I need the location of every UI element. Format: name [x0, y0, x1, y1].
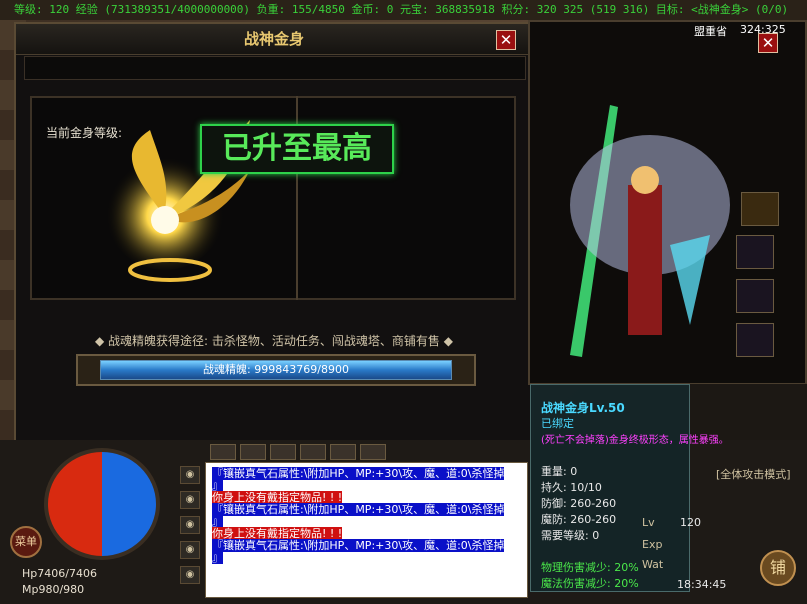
character-close-button[interactable]: ✕	[758, 33, 778, 53]
chat-message: 『镶嵌真气石属性:\附加HP、MP:+30\攻、魔、道:0\杀怪掉	[212, 539, 505, 552]
item-tooltip: 战神金身Lv.50 已绑定 (死亡不会掉落)金身终极形态，属性暴强。 重量: 0…	[530, 384, 729, 592]
chat-message: 『镶嵌真气石属性:\附加HP、MP:+30\攻、魔、道:0\杀怪掉	[212, 467, 505, 480]
attack-mode[interactable]: [全体攻击模式]	[716, 466, 791, 482]
progress-text: 战魂精魄: 999843769/8900	[203, 363, 349, 376]
tooltip-stat: 魔防: 260-260	[541, 513, 617, 526]
tooltip-item-name: 战神金身Lv.50	[541, 401, 625, 415]
mp-readout: Mp980/980	[22, 583, 85, 596]
game-clock: 18:34:45	[677, 578, 727, 591]
tooltip-reduction: 物理伤害减少: 20%	[541, 561, 639, 574]
hp-readout: Hp7406/7406	[22, 567, 97, 580]
side-button[interactable]: ◉	[180, 516, 200, 534]
tooltip-bound: 已绑定	[541, 417, 574, 430]
character-figure-image	[570, 105, 730, 357]
map-name: 盟重省	[694, 25, 727, 38]
chat-tab[interactable]	[360, 444, 386, 460]
side-button[interactable]: ◉	[180, 566, 200, 584]
equipment-slot[interactable]	[736, 323, 774, 357]
status-bar: 等级: 120 经验 (731389351/4000000000) 负重: 15…	[0, 0, 807, 20]
side-button[interactable]: ◉	[180, 541, 200, 559]
chat-tab[interactable]	[210, 444, 236, 460]
shop-button[interactable]: 铺	[760, 550, 796, 586]
hp-mp-orb	[44, 448, 160, 560]
exp-label: Exp	[642, 538, 663, 551]
dialog-title: 战神金身	[16, 24, 532, 55]
max-level-banner: 已升至最高	[200, 124, 394, 174]
tooltip-stat: 重量: 0	[541, 465, 578, 478]
equipment-slot[interactable]	[736, 279, 774, 313]
soul-essence-source-text: ◆ 战魂精魄获得途径: 击杀怪物、活动任务、闯战魂塔、商铺有售 ◆	[95, 334, 453, 348]
dialog-close-button[interactable]: ✕	[496, 30, 516, 50]
menu-button[interactable]: 菜单	[10, 526, 42, 558]
tooltip-reduction: 魔法伤害减少: 20%	[541, 577, 639, 590]
level-value: 120	[680, 516, 701, 529]
chat-box[interactable]: 『镶嵌真气石属性:\附加HP、MP:+30\攻、魔、道:0\杀怪掉 』 你身上没…	[205, 462, 528, 598]
zhanshen-jinshen-dialog: 战神金身 ✕ 当前金身等级: 已升至最高 ◆ 战魂精魄获得途径: 击杀怪物、活动…	[14, 22, 534, 442]
tooltip-stat: 持久: 10/10	[541, 481, 602, 494]
chat-tab[interactable]	[330, 444, 356, 460]
chat-message: 』	[212, 551, 223, 564]
side-button[interactable]: ◉	[180, 491, 200, 509]
tooltip-stat: 需要等级: 0	[541, 529, 600, 542]
chat-tab[interactable]	[270, 444, 296, 460]
equipment-slot-box[interactable]	[741, 192, 779, 226]
tooltip-note: (死亡不会掉落)金身终极形态，属性暴强。	[541, 435, 729, 446]
chat-tab[interactable]	[240, 444, 266, 460]
side-button[interactable]: ◉	[180, 466, 200, 484]
chat-tab[interactable]	[300, 444, 326, 460]
dialog-subbar	[24, 56, 526, 80]
chat-message: 『镶嵌真气石属性:\附加HP、MP:+30\攻、魔、道:0\杀怪掉	[212, 503, 505, 516]
weight-label: Wat	[642, 558, 664, 571]
equipment-slot[interactable]	[736, 235, 774, 269]
level-label: Lv	[642, 516, 655, 529]
tooltip-stat: 防御: 260-260	[541, 497, 617, 510]
